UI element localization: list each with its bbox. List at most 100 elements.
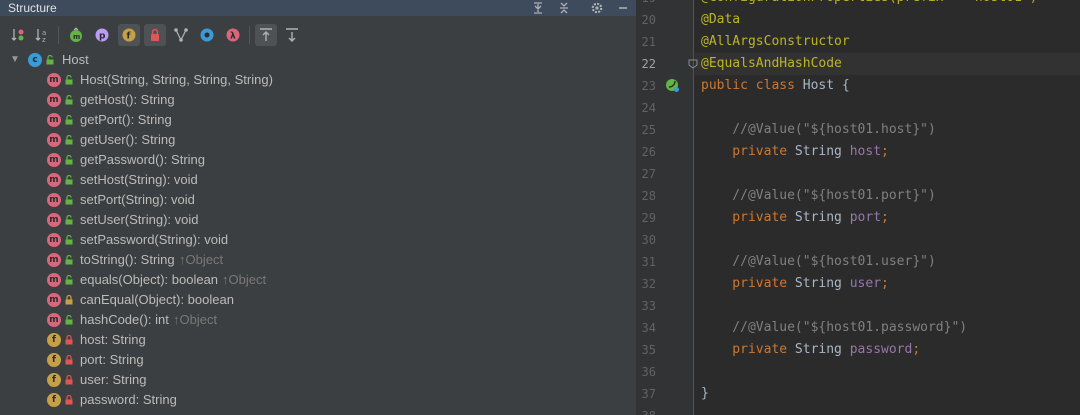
private-access-icon: [65, 335, 73, 345]
class-icon: c: [28, 53, 42, 67]
show-lambdas-icon[interactable]: λ: [222, 24, 244, 46]
code-token: password: [849, 342, 913, 357]
svg-text:z: z: [42, 36, 46, 43]
svg-text:m: m: [73, 33, 80, 41]
line-number: 26: [641, 145, 656, 159]
tree-item-label: setPassword(String): void: [80, 232, 229, 247]
gear-icon[interactable]: [586, 0, 608, 16]
show-non-public-icon[interactable]: [144, 24, 166, 46]
line-number: 36: [641, 365, 656, 379]
code-token: user: [849, 276, 882, 291]
code-token: ;: [881, 144, 889, 159]
show-anonymous-classes-icon[interactable]: [196, 24, 218, 46]
code-line[interactable]: //@Value("${host01.host}"): [701, 119, 936, 141]
autoscroll-from-source-icon[interactable]: [281, 24, 303, 46]
code-token: private: [701, 144, 795, 159]
code-line[interactable]: private String password;: [701, 339, 920, 361]
code-line[interactable]: //@Value("${host01.port}"): [701, 185, 936, 207]
private-access-icon: [65, 355, 73, 365]
minimize-icon[interactable]: [612, 0, 634, 16]
line-number: 28: [641, 189, 656, 203]
svg-text:f: f: [127, 32, 131, 42]
code-line[interactable]: }: [701, 383, 709, 405]
code-line[interactable]: @EqualsAndHashCode: [701, 53, 842, 75]
tree-item-field[interactable]: f user: String: [0, 370, 636, 390]
tree-root-label: Host: [62, 52, 89, 67]
sort-alphabetically-icon[interactable]: az: [31, 24, 53, 46]
show-inherited-icon[interactable]: m: [65, 24, 87, 46]
code-token: ;: [881, 210, 889, 225]
public-access-icon: [65, 315, 73, 325]
code-token: ;: [881, 276, 889, 291]
public-access-icon: [65, 75, 73, 85]
tree-item-field[interactable]: f host: String: [0, 330, 636, 350]
editor-gutter: 19 20 21 22 23 24 25 26 27 28 29 30 31 32 33 34 35 36 37 38: [636, 0, 694, 415]
tree-item-field[interactable]: f port: String: [0, 350, 636, 370]
tree-root-class-host[interactable]: ▼ c Host: [0, 50, 636, 70]
tree-item-label: user: String: [80, 372, 147, 387]
show-lambdas-tree-icon[interactable]: [170, 24, 192, 46]
line-number: 23: [641, 79, 656, 93]
public-access-icon: [65, 275, 73, 285]
field-icon: f: [47, 373, 61, 387]
show-fields-icon[interactable]: f: [118, 24, 140, 46]
code-token: //@Value("${host01.host}"): [701, 122, 936, 137]
tree-item-method[interactable]: m getUser(): String: [0, 130, 636, 150]
code-token: String: [794, 276, 850, 291]
collapse-all-icon[interactable]: [553, 0, 575, 16]
tree-item-method[interactable]: m getPort(): String: [0, 110, 636, 130]
public-access-icon: [65, 155, 73, 165]
tree-item-method[interactable]: m getPassword(): String: [0, 150, 636, 170]
method-icon: m: [47, 253, 61, 267]
code-line[interactable]: public class Host {: [701, 75, 850, 97]
chevron-down-icon[interactable]: ▼: [10, 50, 20, 70]
public-access-icon: [65, 235, 73, 245]
code-line[interactable]: @AllArgsConstructor: [701, 31, 850, 53]
public-access-icon: [65, 215, 73, 225]
spring-bean-icon[interactable]: [664, 77, 680, 93]
tree-item-method[interactable]: m setPassword(String): void: [0, 230, 636, 250]
tree-item-method[interactable]: m equals(Object): boolean ↑Object: [0, 270, 636, 290]
tree-item-method[interactable]: m toString(): String ↑Object: [0, 250, 636, 270]
tree-item-method[interactable]: m getHost(): String: [0, 90, 636, 110]
line-number: 37: [641, 387, 656, 401]
code-token: host: [849, 144, 882, 159]
svg-text:p: p: [99, 32, 106, 42]
code-line[interactable]: private String host;: [701, 141, 889, 163]
code-editor[interactable]: 19 20 21 22 23 24 25 26 27 28 29 30 31 32 33 34 35 36 37 38…: [636, 0, 1080, 415]
private-access-icon: [65, 395, 73, 405]
code-token: @Data: [701, 12, 741, 27]
code-token: String: [794, 210, 850, 225]
tree-item-method[interactable]: m canEqual(Object): boolean: [0, 290, 636, 310]
tree-item-method[interactable]: m setHost(String): void: [0, 170, 636, 190]
public-access-icon: [65, 175, 73, 185]
code-token: String: [794, 342, 850, 357]
code-token: @AllArgsConstructor: [701, 34, 850, 49]
public-access-icon: [65, 255, 73, 265]
sort-by-visibility-icon[interactable]: [7, 24, 29, 46]
tree-item-method[interactable]: m Host(String, String, String, String): [0, 70, 636, 90]
tree-item-method[interactable]: m setPort(String): void: [0, 190, 636, 210]
tree-item-method[interactable]: m setUser(String): void: [0, 210, 636, 230]
public-access-icon: [65, 95, 73, 105]
fold-marker-icon[interactable]: [688, 59, 698, 69]
line-number: 32: [641, 277, 656, 291]
line-number: 20: [641, 13, 656, 27]
line-number: 35: [641, 343, 656, 357]
code-line[interactable]: private String user;: [701, 273, 889, 295]
line-number: 38: [636, 405, 656, 415]
expand-all-icon[interactable]: [527, 0, 549, 16]
tree-item-label: password: String: [80, 392, 177, 407]
public-access-icon: [65, 195, 73, 205]
code-line[interactable]: //@Value("${host01.password}"): [701, 317, 967, 339]
code-token: String: [794, 144, 850, 159]
show-properties-icon[interactable]: p: [91, 24, 113, 46]
code-line[interactable]: //@Value("${host01.user}"): [701, 251, 936, 273]
autoscroll-to-source-icon[interactable]: [255, 24, 277, 46]
code-line[interactable]: @ConfigurationProperties(prefix = "host0…: [701, 0, 1038, 9]
tree-item-method[interactable]: m hashCode(): int ↑Object: [0, 310, 636, 330]
code-line[interactable]: @Data: [701, 9, 740, 31]
code-line[interactable]: private String port;: [701, 207, 889, 229]
code-token: @EqualsAndHashCode: [701, 56, 842, 71]
tree-item-field[interactable]: f password: String: [0, 390, 636, 410]
